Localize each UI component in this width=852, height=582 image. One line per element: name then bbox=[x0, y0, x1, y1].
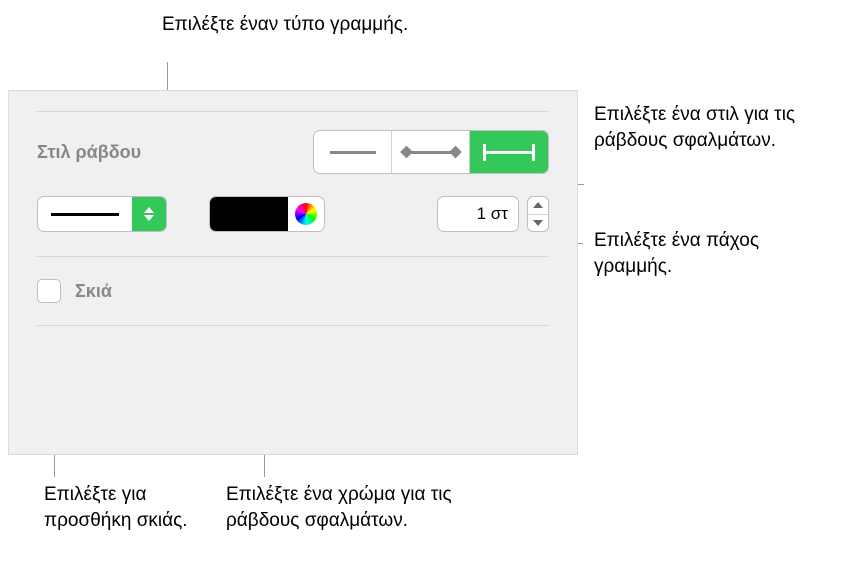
bar-caps-glyph-icon bbox=[483, 151, 535, 154]
shadow-row: Σκιά bbox=[37, 279, 549, 303]
shadow-checkbox[interactable] bbox=[37, 279, 61, 303]
line-width-stepper bbox=[527, 196, 549, 232]
bar-style-label: Στιλ ράβδου bbox=[37, 142, 141, 163]
callout-shadow: Επιλέξτε για προσθήκη σκιάς. bbox=[44, 482, 219, 533]
callout-line-width: Επιλέξτε ένα πάχος γραμμής. bbox=[594, 228, 834, 279]
chevron-down-icon bbox=[144, 215, 154, 221]
solid-line-icon bbox=[51, 213, 119, 216]
chevron-up-icon bbox=[144, 207, 154, 213]
stepper-up-button[interactable] bbox=[528, 197, 548, 214]
segment-bar-caps[interactable] bbox=[470, 131, 548, 173]
segment-bar-diamond[interactable] bbox=[392, 131, 470, 173]
stepper-down-button[interactable] bbox=[528, 214, 548, 232]
color-wheel-button[interactable] bbox=[288, 196, 324, 232]
line-width-control: 1 στ bbox=[437, 196, 549, 232]
segment-line[interactable] bbox=[314, 131, 392, 173]
line-type-dropdown-button[interactable] bbox=[132, 197, 166, 231]
line-type-preview bbox=[38, 213, 132, 216]
color-control bbox=[209, 196, 325, 232]
callout-bar-style: Επιλέξτε ένα στιλ για τις ράβδους σφαλμά… bbox=[594, 102, 834, 153]
line-glyph-icon bbox=[330, 151, 376, 154]
chevron-up-icon bbox=[533, 202, 543, 208]
bar-style-segmented bbox=[313, 130, 549, 174]
line-type-popup[interactable] bbox=[37, 196, 167, 232]
shadow-label: Σκιά bbox=[75, 281, 112, 302]
color-swatch[interactable] bbox=[210, 197, 288, 231]
divider bbox=[37, 111, 549, 112]
color-wheel-icon bbox=[295, 203, 317, 225]
inspector-panel: Στιλ ράβδου bbox=[8, 90, 578, 455]
line-width-field[interactable]: 1 στ bbox=[437, 196, 519, 232]
bar-style-row: Στιλ ράβδου bbox=[37, 130, 549, 174]
callout-line-type: Επιλέξτε έναν τύπο γραμμής. bbox=[162, 12, 408, 38]
chevron-down-icon bbox=[533, 220, 543, 226]
callout-color: Επιλέξτε ένα χρώμα για τις ράβδους σφαλμ… bbox=[226, 482, 476, 533]
divider bbox=[37, 256, 549, 257]
divider bbox=[37, 325, 549, 326]
line-controls-row: 1 στ bbox=[37, 196, 549, 232]
bar-diamond-glyph-icon bbox=[405, 151, 457, 154]
